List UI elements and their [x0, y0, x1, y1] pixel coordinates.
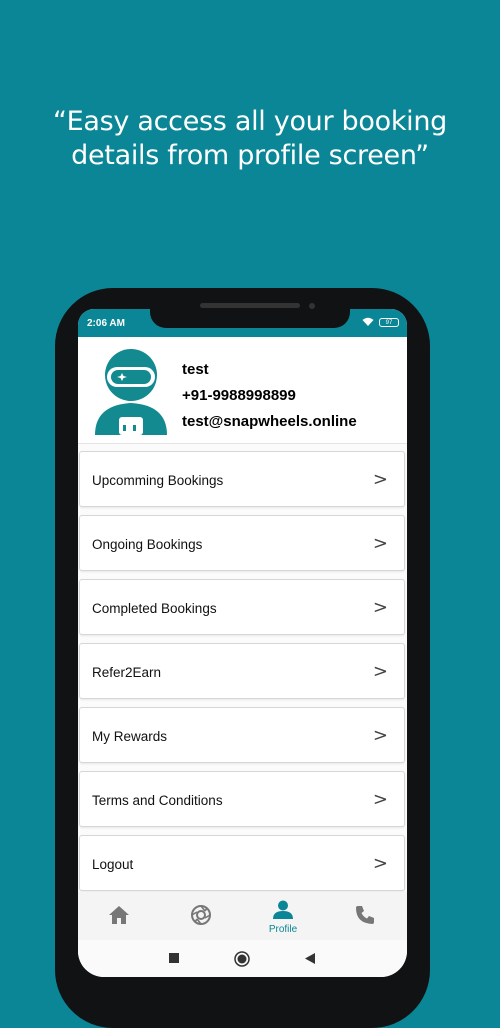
aperture-icon	[191, 905, 211, 925]
front-camera	[309, 303, 315, 309]
nav-profile[interactable]: Profile	[242, 892, 324, 940]
chevron-right-icon: >	[372, 469, 388, 490]
chevron-right-icon: >	[372, 597, 388, 618]
menu-item-label: Ongoing Bookings	[92, 537, 203, 552]
status-icons: 97	[362, 317, 399, 327]
nav-home[interactable]	[78, 892, 160, 940]
chevron-right-icon: >	[372, 789, 388, 810]
home-icon	[109, 906, 129, 924]
menu-item-label: Refer2Earn	[92, 665, 162, 680]
user-email: test@snapwheels.online	[182, 413, 357, 430]
menu-item-label: Terms and Conditions	[92, 793, 223, 808]
system-navigation-bar	[78, 940, 407, 977]
speaker-grille	[200, 303, 300, 308]
menu-item-logout[interactable]: Logout >	[79, 835, 405, 891]
chevron-right-icon: >	[372, 533, 388, 554]
app-screen: 2:06 AM 97 test +91-9988998899 test@snap…	[78, 309, 407, 977]
astronaut-avatar-icon	[95, 349, 167, 435]
battery-icon: 97	[379, 317, 399, 327]
bottom-navigation: Profile	[78, 892, 407, 940]
recents-icon[interactable]	[169, 953, 179, 963]
menu-item-label: Upcomming Bookings	[92, 473, 224, 488]
menu-item-label: My Rewards	[92, 729, 168, 744]
camera-notch	[150, 290, 350, 328]
phone-icon	[356, 906, 374, 924]
menu-item-upcoming-bookings[interactable]: Upcomming Bookings >	[79, 451, 405, 507]
menu-item-my-rewards[interactable]: My Rewards >	[79, 707, 405, 763]
wifi-icon	[362, 317, 374, 326]
nav-profile-label: Profile	[268, 924, 298, 935]
caption-line-2: details from profile screen”	[71, 140, 429, 171]
menu-item-ongoing-bookings[interactable]: Ongoing Bookings >	[79, 515, 405, 571]
menu-item-terms-and-conditions[interactable]: Terms and Conditions >	[79, 771, 405, 827]
profile-icon	[273, 900, 293, 919]
profile-header: test +91-9988998899 test@snapwheels.onli…	[78, 337, 407, 444]
user-phone: +91-9988998899	[182, 387, 296, 404]
user-name: test	[182, 361, 209, 378]
menu-item-completed-bookings[interactable]: Completed Bookings >	[79, 579, 405, 635]
menu-item-label: Logout	[92, 857, 134, 872]
chevron-right-icon: >	[372, 725, 388, 746]
home-circle-icon[interactable]	[234, 951, 250, 967]
back-icon[interactable]	[305, 953, 315, 964]
menu-item-refer2earn[interactable]: Refer2Earn >	[79, 643, 405, 699]
caption-line-1: “Easy access all your booking	[52, 106, 448, 137]
promo-caption: “Easy access all your booking details fr…	[0, 105, 500, 173]
chevron-right-icon: >	[372, 853, 388, 874]
chevron-right-icon: >	[372, 661, 388, 682]
nav-call[interactable]	[324, 892, 406, 940]
user-info: test +91-9988998899 test@snapwheels.onli…	[182, 357, 357, 435]
nav-explore[interactable]	[160, 892, 242, 940]
status-time: 2:06 AM	[87, 318, 125, 329]
menu-item-label: Completed Bookings	[92, 601, 217, 616]
